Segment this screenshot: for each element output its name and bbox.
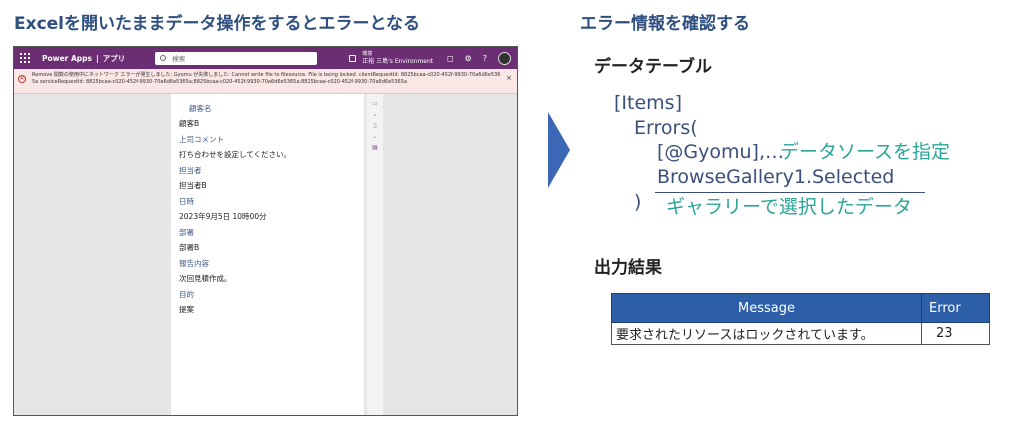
error-code-cell: 23 [921,322,990,345]
search-placeholder: 検索 [172,55,186,63]
side-toolbar: ▭ ⌄ ▯ ⌄ ▤ [367,94,383,415]
field-value: 提案 [179,305,194,314]
app-label: アプリ [102,53,126,63]
comment-icon[interactable]: ▭ [372,100,378,107]
error-icon: ✕ [18,75,26,83]
power-apps-header: Power Apps | アプリ 検索 環境 正裕 三島's Environme… [14,47,517,69]
field-label: 目的 [179,290,194,299]
chevron-down-icon: ⌄ [372,111,378,118]
formula-errors: Errors( [634,117,698,139]
formula-selected-record: BrowseGallery1.Selected [657,166,895,188]
power-apps-screenshot: Power Apps | アプリ 検索 環境 正裕 三島's Environme… [13,46,518,416]
datasource-annotation: データソースを指定 [780,141,951,163]
header-separator: | [95,53,99,63]
search-input[interactable]: 検索 [155,51,318,65]
environment-picker[interactable]: 環境 正裕 三島's Environment [349,51,433,65]
detail-form: 顧客名顧客B 上司コメント打ち合わせを設定してください。 担当者担当者B 日時 2023… [171,94,364,415]
right-arrow-icon [548,112,570,188]
table-row: 要求されたリソースはロックされています。 23 [611,322,990,345]
selected-record-annotation: ギャラリーで選択したデータ [666,196,912,218]
field-value: 部署B [179,243,200,252]
help-icon[interactable]: ? [483,54,487,63]
field-label: 日時 [179,197,194,206]
field-value: 担当者B [179,181,207,190]
formula-datasource: [@Gyomu],… [657,141,785,163]
result-table: Message Error 要求されたリソースはロックされています。 23 [611,293,990,345]
error-message: Remove 関数の使用中にネットワーク エラーが発生しました: Gyomu が… [32,72,501,85]
left-slide-title: Excelを開いたままデータ操作をするとエラーとなる [14,14,420,34]
field-label: 上司コメント [179,135,224,144]
field-label: 担当者 [179,166,202,175]
formula-close-paren: ) [634,191,642,213]
environment-label: 環境 [362,51,373,57]
column-header-message: Message [611,293,922,323]
bell-icon[interactable]: ◻ [447,54,454,63]
environment-name: 正裕 三島's Environment [362,58,434,65]
error-banner: ✕ Remove 関数の使用中にネットワーク エラーが発生しました: Gyomu… [14,69,517,94]
field-value: 顧客B [179,119,200,128]
field-value: 2023年9月5日 10時00分 [179,212,267,221]
message-cell: 要求されたリソースはロックされています。 [611,322,922,345]
field-label: 顧客名 [189,104,212,113]
gear-icon[interactable]: ⚙ [465,54,472,63]
field-label: 部署 [179,228,194,237]
waffle-icon[interactable] [20,53,30,63]
formula-underline [655,192,925,193]
chevron-down-icon: ⌄ [372,133,378,140]
search-icon [160,55,167,61]
right-slide-title: エラー情報を確認する [580,14,750,34]
mic-icon[interactable]: ▯ [373,122,376,129]
output-heading: 出力結果 [594,258,662,278]
field-value: 打ち合わせを設定してください。 [179,150,292,159]
formula-items: [Items] [614,92,682,114]
field-value: 次回見積作成。 [179,274,232,283]
app-name: Power Apps [42,53,92,63]
close-icon[interactable]: × [506,75,512,82]
avatar[interactable] [498,51,511,65]
app-canvas: 顧客名顧客B 上司コメント打ち合わせを設定してください。 担当者担当者B 日時 2023… [14,94,517,415]
environment-icon [349,54,357,62]
datatable-heading: データテーブル [594,57,712,77]
column-header-error: Error [921,293,990,323]
field-label: 報告内容 [179,259,209,268]
database-icon[interactable]: ▤ [372,144,378,151]
